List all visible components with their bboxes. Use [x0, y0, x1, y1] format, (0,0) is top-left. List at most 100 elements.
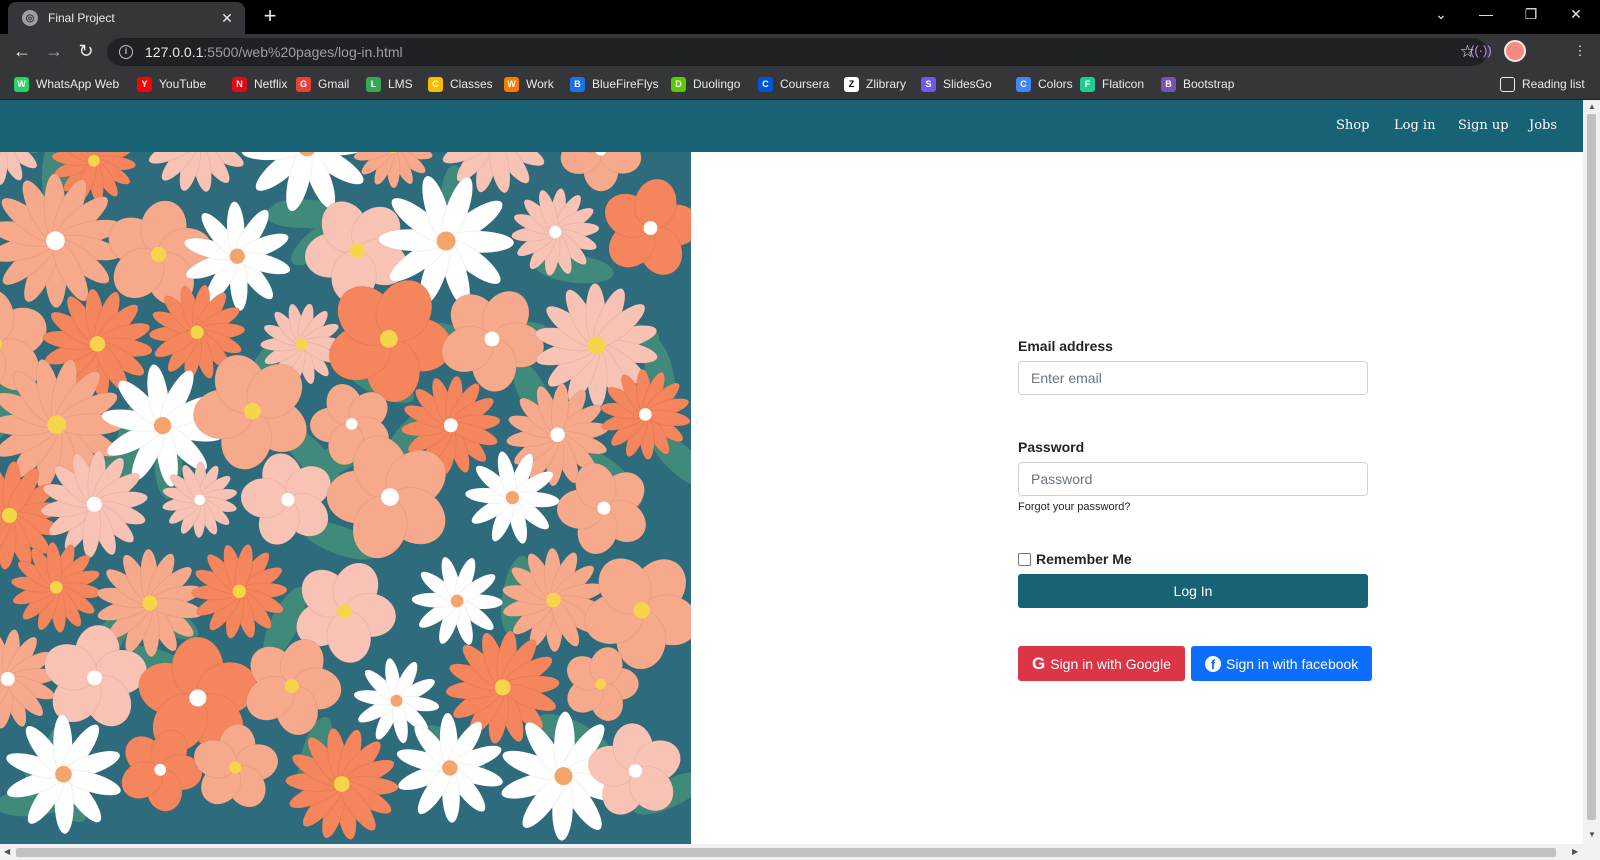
- floral-background-image: [0, 152, 691, 844]
- google-signin-label: Sign in with Google: [1050, 655, 1171, 672]
- flower-shape: [353, 152, 434, 189]
- netflix-icon: N: [232, 76, 247, 92]
- scroll-up-arrow-icon[interactable]: ▲: [1588, 102, 1596, 111]
- bookmark-zlibrary[interactable]: Z Zlibrary: [844, 75, 906, 93]
- reading-list-icon: [1500, 76, 1515, 92]
- classes-icon: C: [428, 76, 443, 92]
- bookmark-work[interactable]: W Work: [504, 75, 554, 93]
- address-bar[interactable]: i 127.0.0.1:5500/web%20pages/log-in.html…: [107, 38, 1487, 66]
- facebook-signin-button[interactable]: f Sign in with facebook: [1191, 646, 1373, 681]
- lms-icon: L: [366, 76, 381, 92]
- bookmark-whatsapp-web[interactable]: W WhatsApp Web: [14, 75, 119, 93]
- email-input[interactable]: [1018, 361, 1368, 395]
- extension-broadcast-icon[interactable]: ((·)): [1470, 41, 1492, 61]
- remember-me-checkbox[interactable]: [1018, 552, 1031, 566]
- horizontal-scrollbar[interactable]: ◀ ▶: [0, 844, 1600, 860]
- nav-link-sign-up[interactable]: Sign up: [1458, 118, 1509, 133]
- bookmark-gmail[interactable]: G Gmail: [296, 75, 349, 93]
- scroll-down-arrow-icon[interactable]: ▼: [1588, 830, 1596, 839]
- bookmarks-bar: Reading list W WhatsApp Web Y YouTube N Netfl…: [0, 68, 1600, 100]
- scroll-left-arrow-icon[interactable]: ◀: [4, 847, 10, 856]
- bookmark-classes[interactable]: C Classes: [428, 75, 493, 93]
- floral-pattern: [0, 152, 691, 842]
- bookmark-label: Netflix: [254, 77, 288, 91]
- bookmark-bluefireflys[interactable]: B BlueFireFlys: [570, 75, 659, 93]
- flower-shape: [604, 178, 691, 276]
- nav-link-shop[interactable]: Shop: [1336, 118, 1369, 133]
- close-tab-icon[interactable]: ✕: [219, 10, 235, 27]
- bookmark-flaticon[interactable]: F Flaticon: [1080, 75, 1144, 93]
- browser-tabstrip: ◎ Final Project ✕ + ⌄ — ❐ ✕: [0, 0, 1600, 34]
- forward-button[interactable]: →: [44, 41, 64, 61]
- bookmark-label: BlueFireFlys: [592, 77, 659, 91]
- close-window-button[interactable]: ✕: [1566, 6, 1586, 23]
- bookmark-label: Work: [526, 77, 554, 91]
- flower-shape: [148, 152, 245, 193]
- profile-avatar[interactable]: [1504, 40, 1526, 62]
- bookmark-coursera[interactable]: C Coursera: [758, 75, 829, 93]
- bookmark-label: LMS: [388, 77, 413, 91]
- flower-shape: [510, 187, 600, 277]
- browser-tab[interactable]: ◎ Final Project ✕: [8, 2, 245, 34]
- slidesgo-icon: S: [921, 76, 936, 92]
- bookmark-label: Classes: [450, 77, 493, 91]
- bookmark-youtube[interactable]: Y YouTube: [137, 75, 206, 93]
- bookmark-colors[interactable]: C Colors: [1016, 75, 1073, 93]
- restore-button[interactable]: ❐: [1521, 6, 1541, 23]
- gmail-icon: G: [296, 76, 311, 92]
- tab-search-icon[interactable]: ⌄: [1431, 6, 1451, 23]
- bookmark-label: Colors: [1038, 77, 1073, 91]
- google-signin-button[interactable]: G Sign in with Google: [1018, 646, 1185, 681]
- flower-shape: [0, 152, 46, 186]
- url-host: 127.0.0.1: [145, 44, 204, 60]
- youtube-icon: Y: [137, 76, 152, 92]
- bookmark-bootstrap[interactable]: B Bootstrap: [1161, 75, 1234, 93]
- bookmark-lms[interactable]: L LMS: [366, 75, 413, 93]
- vertical-scrollbar[interactable]: ▲ ▼: [1583, 100, 1600, 844]
- bookmark-label: Zlibrary: [866, 77, 907, 91]
- back-button[interactable]: ←: [12, 41, 32, 61]
- bookmark-netflix[interactable]: N Netflix: [232, 75, 287, 93]
- whatsapp-icon: W: [14, 76, 29, 92]
- reading-list-button[interactable]: Reading list: [1500, 75, 1585, 93]
- flower-shape: [411, 556, 504, 646]
- site-info-icon[interactable]: i: [119, 45, 133, 59]
- horizontal-scroll-thumb[interactable]: [16, 848, 1556, 857]
- bootstrap-icon: B: [1161, 76, 1176, 92]
- remember-me-label: Remember Me: [1036, 551, 1132, 567]
- minimize-button[interactable]: —: [1476, 6, 1496, 22]
- scroll-right-arrow-icon[interactable]: ▶: [1572, 847, 1578, 856]
- bluefireflys-icon: B: [570, 76, 585, 92]
- bookmark-label: Gmail: [318, 77, 350, 91]
- login-button[interactable]: Log In: [1018, 574, 1368, 608]
- bookmark-label: YouTube: [159, 77, 207, 91]
- flower-shape: [0, 173, 122, 309]
- new-tab-button[interactable]: +: [258, 5, 282, 27]
- bookmark-slidesgo[interactable]: S SlidesGo: [921, 75, 992, 93]
- site-navbar: Shop Log in Sign up Jobs: [0, 100, 1583, 152]
- browser-menu-icon[interactable]: ⋮: [1570, 41, 1590, 61]
- work-icon: W: [504, 76, 519, 92]
- url-path: :5500/web%20pages/log-in.html: [203, 44, 403, 60]
- facebook-signin-label: Sign in with facebook: [1226, 655, 1359, 672]
- flower-shape: [445, 630, 560, 745]
- bookmark-label: SlidesGo: [943, 77, 992, 91]
- nav-link-jobs[interactable]: Jobs: [1529, 118, 1557, 133]
- flower-shape: [285, 727, 399, 841]
- tab-title: Final Project: [48, 11, 115, 25]
- zlibrary-icon: Z: [844, 76, 859, 92]
- google-icon: G: [1032, 653, 1046, 673]
- password-input[interactable]: [1018, 462, 1368, 496]
- bookmark-label: WhatsApp Web: [36, 77, 120, 91]
- vertical-scroll-thumb[interactable]: [1587, 114, 1596, 820]
- flower-shape: [560, 152, 642, 192]
- flower-shape: [584, 557, 691, 670]
- bookmark-label: Duolingo: [693, 77, 741, 91]
- nav-link-log-in[interactable]: Log in: [1394, 118, 1435, 133]
- duolingo-icon: D: [671, 76, 686, 92]
- bookmark-label: Bootstrap: [1183, 77, 1235, 91]
- reload-button[interactable]: ↻: [76, 41, 96, 61]
- email-label: Email address: [1018, 338, 1113, 354]
- bookmark-duolingo[interactable]: D Duolingo: [671, 75, 740, 93]
- forgot-password-link[interactable]: Forgot your password?: [1018, 501, 1373, 513]
